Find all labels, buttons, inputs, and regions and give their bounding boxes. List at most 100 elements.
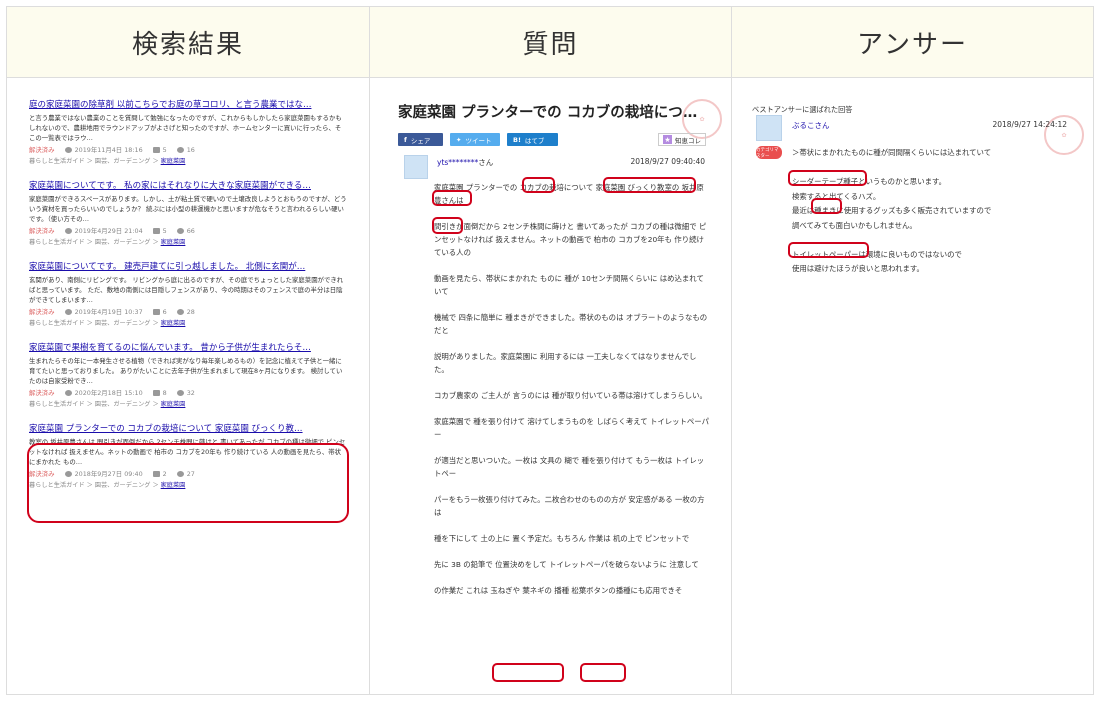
result-snippet: 玄関があり、南側にリビングです。 リビングから庭に出るのですが、その庭でちょっと… <box>29 276 344 304</box>
answer-line: 最近は種まきに使用するグッズも多く販売されていますので <box>792 206 992 215</box>
highlight-matsubabotan <box>580 663 626 682</box>
eye-icon <box>176 389 184 396</box>
result-title-link[interactable]: 庭の家庭菜園の除草剤 以前こちらでお庭の草コロリ、と言う農業ではな… <box>29 98 347 110</box>
eye-icon <box>176 227 184 234</box>
question-paragraph: の作業だ これは 玉ねぎや 葉ネギの 播種 松葉ボタンの播種にも応用できそ <box>434 586 683 595</box>
category-link[interactable]: 家庭菜園 <box>161 239 186 246</box>
chie-collection-button[interactable]: ★ 知恵コレ <box>658 133 706 146</box>
result-status: 解決済み <box>29 389 55 397</box>
result-title-link[interactable]: 家庭菜園 プランターでの コカブの栽培について 家庭菜園 びっくり教… <box>29 422 347 434</box>
search-result-item: 家庭菜園についてです。 私の家にはそれなりに大きな家庭菜園ができる… 家庭菜園が… <box>29 179 347 246</box>
question-paragraph: 間引きが面倒だから 2センチ株間に蒔けと 書いてあったが コカブの種は微細で ピ… <box>434 222 707 257</box>
eye-icon <box>176 470 184 477</box>
result-date: 2019年4月29日 21:04 <box>74 227 143 235</box>
result-snippet: 生まれたらその年に一本発生させる植物（できれば実がなり毎年楽しめるもの）を記念に… <box>29 357 343 385</box>
result-views: 32 <box>186 388 195 397</box>
twitter-icon: ✦ <box>456 135 462 144</box>
question-paragraph: パーをもう一枚張り付けてみた。二枚合わせのものの方が 安定感がある 一枚の方は <box>434 495 705 517</box>
category-master-badge: カテゴリマスター <box>756 146 782 159</box>
category-link[interactable]: 家庭菜園 <box>161 482 186 489</box>
category-link[interactable]: 家庭菜園 <box>161 320 186 327</box>
answer-column: アンサー ベストアンサーに選ばれた回答 ✿ カテゴリマスター ぶるこさん 201… <box>732 7 1093 694</box>
comment-icon <box>152 389 160 396</box>
category-link[interactable]: 家庭菜園 <box>161 401 186 408</box>
facebook-share-button[interactable]: f シェア <box>398 133 443 146</box>
result-date: 2018年9月27日 09:40 <box>74 470 143 478</box>
question-body: 家庭菜園 プランターでの コカブの栽培について 家庭菜園 びっくり教室の 坂井原… <box>434 181 710 610</box>
best-answer-label: ベストアンサーに選ばれた回答 <box>752 105 853 114</box>
result-category: 暮らしと生活ガイド ＞ 園芸、ガーデニング ＞ 家庭菜園 <box>29 401 186 408</box>
answer-line: 使用は避けたほうが良いと思われます。 <box>792 264 924 273</box>
result-meta: 解決済み 2019年4月19日 10:37 6 28 <box>29 307 347 317</box>
question-title: 家庭菜園 プランターでの コカブの栽培につい… <box>398 105 698 121</box>
result-category: 暮らしと生活ガイド ＞ 園芸、ガーデニング ＞ 家庭菜園 <box>29 239 186 246</box>
clock-icon <box>64 390 72 396</box>
question-paragraph: 動画を見たら、帯状にまかれた ものに 種が 10センチ間隔くらいに はめ込まれて… <box>434 274 704 296</box>
search-result-item: 家庭菜園 プランターでの コカブの栽培について 家庭菜園 びっくり教… 教室の … <box>29 422 347 489</box>
comment-icon <box>152 308 160 315</box>
share-buttons: f シェア ✦ ツイート B! はてブ <box>398 133 558 146</box>
result-status: 解決済み <box>29 146 55 154</box>
result-title-link[interactable]: 家庭菜園についてです。 私の家にはそれなりに大きな家庭菜園ができる… <box>29 179 347 191</box>
comment-icon <box>152 470 160 477</box>
question-paragraph: 家庭菜園で 種を張り付けて 溶けてしまうものを しばらく考えて トイレットペーパ… <box>434 417 710 439</box>
answer-paragraph: トイレットペーパーは環境に良いものではないので 使用は避けたほうが良いと思われます… <box>792 248 1072 277</box>
result-views: 27 <box>186 469 195 478</box>
hatena-icon: B! <box>513 135 521 144</box>
answer-paragraph: シーダーテープ種子というものかと思います。 検索すると出てくるハズ。最近は種まきに… <box>792 175 1072 233</box>
result-comments: 5 <box>162 226 167 235</box>
answer-date: 2018/9/27 14:24:12 <box>992 120 1067 129</box>
clock-icon <box>64 309 72 315</box>
answer-line: トイレットペーパーは環境に良いものではないので <box>792 249 962 259</box>
result-status: 解決済み <box>29 227 55 235</box>
result-comments: 6 <box>162 307 167 316</box>
result-title-link[interactable]: 家庭菜園についてです。 建売戸建てに引っ越しました。 北側に玄関が… <box>29 260 347 272</box>
clock-icon <box>64 147 72 153</box>
result-meta: 解決済み 2018年9月27日 09:40 2 27 <box>29 469 347 479</box>
result-meta: 解決済み 2020年2月18日 15:10 8 32 <box>29 388 347 398</box>
answer-quote: ＞帯状にまかれたものに種が同間隔くらいには込まれていて <box>792 148 992 157</box>
result-title-link[interactable]: 家庭菜園で果樹を育てるのに悩んでいます。 昔から子供が生まれたらそ… <box>29 341 347 353</box>
answer-line: シーダーテープ種子というものかと思います。 <box>792 177 947 186</box>
star-icon: ★ <box>663 135 672 144</box>
comment-icon <box>152 227 160 234</box>
clock-icon <box>64 228 72 234</box>
answer-header: アンサー <box>732 7 1093 78</box>
questioner-name[interactable]: yts********さん <box>437 157 493 168</box>
question-paragraph: 家庭菜園 プランターでの コカブの栽培について 家庭菜園 びっくり教室の 坂井原… <box>434 183 704 205</box>
result-category: 暮らしと生活ガイド ＞ 園芸、ガーデニング ＞ 家庭菜園 <box>29 482 186 489</box>
question-paragraph: 説明がありました。家庭菜園に 利用するには 一工夫しなくてはなりませんでした。 <box>434 352 697 374</box>
comparison-frame: 検索結果 庭の家庭菜園の除草剤 以前こちらでお庭の草コロリ、と言う農業ではな… … <box>6 6 1094 695</box>
answer-line: 検索すると出てくるハズ。 <box>792 191 881 201</box>
answer-line: 調べてみても面白いかもしれません。 <box>792 220 917 230</box>
result-snippet: と言う農業ではない農業のことを質問して勉強になったのですが、これからもしかしたら… <box>29 114 342 142</box>
result-status: 解決済み <box>29 308 55 316</box>
category-link[interactable]: 家庭菜園 <box>161 158 186 165</box>
twitter-share-button[interactable]: ✦ ツイート <box>450 133 500 146</box>
answer-body: シーダーテープ種子というものかと思います。 検索すると出てくるハズ。最近は種まきに… <box>792 175 1072 291</box>
result-views: 28 <box>186 307 195 316</box>
hatena-share-button[interactable]: B! はてブ <box>507 133 558 146</box>
result-views: 66 <box>186 226 195 235</box>
result-meta: 解決済み 2019年4月29日 21:04 5 66 <box>29 226 347 236</box>
question-date: 2018/9/27 09:40:40 <box>630 157 705 166</box>
eye-icon <box>176 146 184 153</box>
result-comments: 8 <box>162 388 167 397</box>
result-snippet: 教室の 坂井原豊さんは 間引きが面倒だから 2センチ株間に蒔けと 書いてあったが… <box>29 438 346 466</box>
search-results-header: 検索結果 <box>7 7 369 78</box>
result-comments: 2 <box>162 469 167 478</box>
eye-icon <box>176 308 184 315</box>
result-status: 解決済み <box>29 470 55 478</box>
highlight-tamanegi-hanegi <box>492 663 564 682</box>
results-list: 庭の家庭菜園の除草剤 以前こちらでお庭の草コロリ、と言う農業ではな… と言う農業… <box>7 78 369 489</box>
question-paragraph: 先に 3B の鉛筆で 位置決めをして トイレットペーパを破らないように 注意して <box>434 560 699 569</box>
search-result-item: 家庭菜園で果樹を育てるのに悩んでいます。 昔から子供が生まれたらそ… 生まれたら… <box>29 341 347 408</box>
result-date: 2019年11月4日 18:16 <box>74 146 143 154</box>
search-results-column: 検索結果 庭の家庭菜園の除草剤 以前こちらでお庭の草コロリ、と言う農業ではな… … <box>7 7 370 694</box>
answerer-name[interactable]: ぶるこさん <box>792 120 830 131</box>
result-views: 16 <box>186 145 195 154</box>
result-meta: 解決済み 2019年11月4日 18:16 5 16 <box>29 145 347 155</box>
result-snippet: 家庭菜園ができるスペースがあります。しかし、土が粘土質で硬いので土壌改良しようと… <box>29 195 347 223</box>
search-result-item: 庭の家庭菜園の除草剤 以前こちらでお庭の草コロリ、と言う農業ではな… と言う農業… <box>29 98 347 165</box>
question-paragraph: コカブ農家の ご主人が 言うのには 種が取り付いている帯は溶けてしまうらしい。 <box>434 391 707 400</box>
